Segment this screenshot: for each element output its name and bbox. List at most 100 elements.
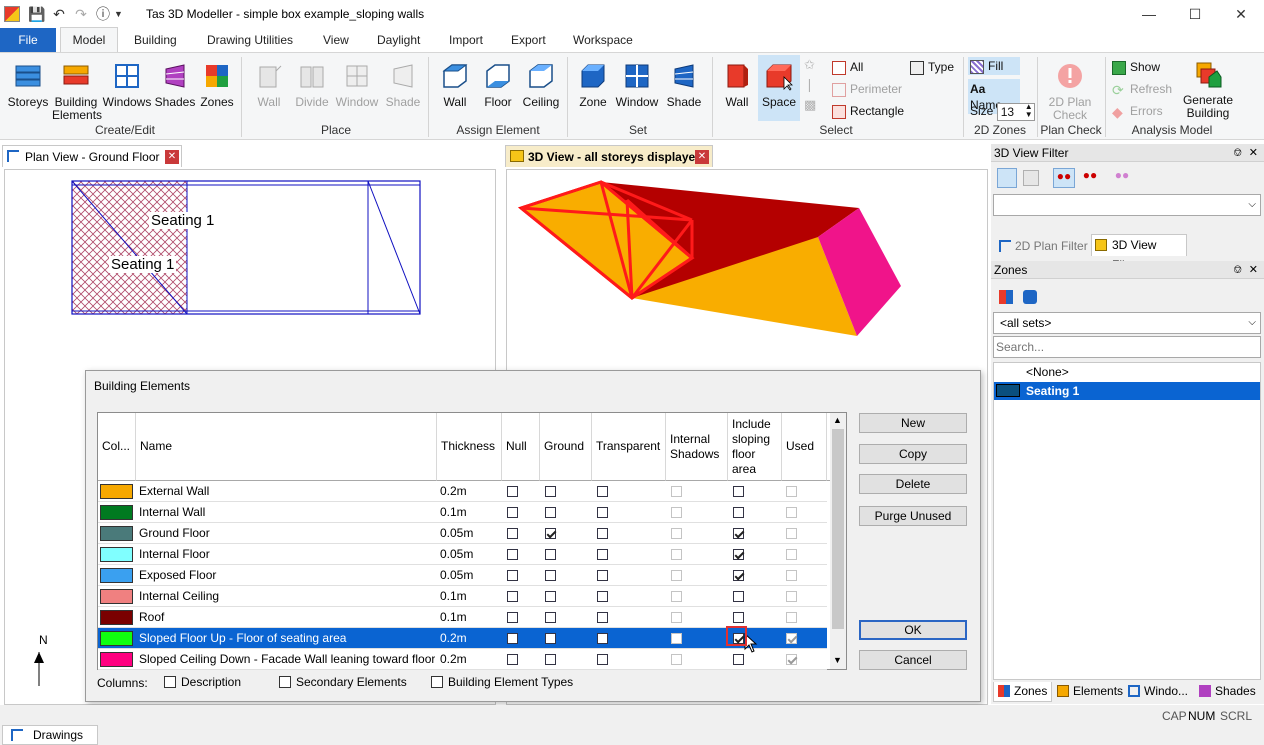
- panel-close-icon[interactable]: ✕: [1249, 144, 1258, 162]
- description-checkbox[interactable]: [164, 676, 176, 688]
- grid-scrollbar[interactable]: ▲ ▼: [830, 413, 846, 669]
- element-name-cell[interactable]: Roof: [139, 607, 435, 628]
- scroll-down-icon[interactable]: ▼: [833, 655, 842, 665]
- sloping-checkbox[interactable]: [733, 507, 744, 518]
- set-shade-button[interactable]: Shade: [662, 61, 706, 109]
- internal-checkbox[interactable]: [671, 612, 682, 623]
- used-checkbox[interactable]: [786, 591, 797, 602]
- element-color-swatch[interactable]: [100, 589, 133, 604]
- null-checkbox[interactable]: [507, 633, 518, 644]
- header-null[interactable]: Null: [502, 413, 540, 481]
- transparent-checkbox[interactable]: [597, 591, 608, 602]
- element-name-cell[interactable]: External Wall: [139, 481, 435, 502]
- spinner-arrows-icon[interactable]: ▲ ▼: [1025, 103, 1033, 119]
- filter-other-icon[interactable]: ●●: [1111, 168, 1133, 188]
- internal-checkbox[interactable]: [671, 654, 682, 665]
- header-ground[interactable]: Ground: [540, 413, 592, 481]
- tab-model[interactable]: Model: [60, 27, 118, 52]
- tab-elements[interactable]: Elements: [1055, 682, 1123, 702]
- used-checkbox[interactable]: [786, 570, 797, 581]
- transparent-checkbox[interactable]: [597, 570, 608, 581]
- ground-checkbox[interactable]: [545, 654, 556, 665]
- 3d-view-tab[interactable]: 3D View - all storeys displayed ✕: [505, 145, 713, 167]
- element-thickness-cell[interactable]: 0.05m: [440, 565, 500, 586]
- ground-checkbox[interactable]: [545, 570, 556, 581]
- internal-checkbox[interactable]: [671, 591, 682, 602]
- used-checkbox[interactable]: [786, 549, 797, 560]
- tab-view[interactable]: View: [313, 28, 359, 52]
- new-button[interactable]: New: [859, 413, 967, 433]
- element-name-cell[interactable]: Internal Floor: [139, 544, 435, 565]
- sloping-checkbox[interactable]: [733, 570, 744, 581]
- close-plan-view-icon[interactable]: ✕: [165, 150, 179, 164]
- sloping-checkbox[interactable]: [733, 612, 744, 623]
- tab-2d-plan-filter[interactable]: 2D Plan Filter: [997, 236, 1088, 256]
- filter-elements-icon[interactable]: ●●: [1079, 168, 1101, 188]
- analysis-show-button[interactable]: Show: [1112, 59, 1160, 75]
- building-elements-button[interactable]: Building Elements: [52, 61, 102, 122]
- select-edge-icon[interactable]: ❘: [804, 77, 822, 97]
- ground-checkbox[interactable]: [545, 633, 556, 644]
- zones-fill-button[interactable]: Fill: [968, 57, 1020, 75]
- filter-select-icon[interactable]: [1023, 170, 1039, 186]
- size-spinner[interactable]: 13 ▲ ▼: [996, 103, 1035, 121]
- used-checkbox[interactable]: [786, 486, 797, 497]
- used-checkbox[interactable]: [786, 612, 797, 623]
- close-button[interactable]: ✕: [1218, 0, 1264, 28]
- divide-button[interactable]: Divide: [292, 61, 332, 109]
- purge-unused-button[interactable]: Purge Unused: [859, 506, 967, 526]
- tab-workspace[interactable]: Workspace: [563, 28, 643, 52]
- select-wall-button[interactable]: Wall: [718, 61, 756, 109]
- tab-building[interactable]: Building: [124, 28, 187, 52]
- header-color[interactable]: Col...: [98, 413, 136, 481]
- tab-file[interactable]: File: [0, 28, 56, 52]
- header-name[interactable]: Name: [136, 413, 437, 481]
- cancel-button[interactable]: Cancel: [859, 650, 967, 670]
- table-row[interactable]: External Wall 0.2m: [98, 481, 827, 502]
- undo-icon[interactable]: ↶: [50, 5, 68, 23]
- header-include-sloping[interactable]: Include sloping floor area: [728, 413, 782, 481]
- transparent-checkbox[interactable]: [597, 528, 608, 539]
- tab-import[interactable]: Import: [439, 28, 493, 52]
- select-space-button[interactable]: Space: [758, 55, 800, 121]
- transparent-checkbox[interactable]: [597, 654, 608, 665]
- secondary-elements-checkbox[interactable]: [279, 676, 291, 688]
- delete-button[interactable]: Delete: [859, 474, 967, 494]
- filter-zones-icon[interactable]: ●●: [1053, 168, 1075, 188]
- internal-checkbox[interactable]: [671, 633, 682, 644]
- ground-checkbox[interactable]: [545, 507, 556, 518]
- storeys-button[interactable]: Storeys: [6, 61, 50, 109]
- element-name-cell[interactable]: Internal Wall: [139, 502, 435, 523]
- place-shade-button[interactable]: Shade: [382, 61, 424, 109]
- table-row[interactable]: Roof 0.1m: [98, 607, 827, 628]
- tab-shades[interactable]: Shades: [1197, 682, 1256, 702]
- used-checkbox[interactable]: [786, 654, 797, 665]
- sloping-checkbox[interactable]: [733, 549, 744, 560]
- copy-button[interactable]: Copy: [859, 444, 967, 464]
- element-color-swatch[interactable]: [100, 631, 133, 646]
- element-color-swatch[interactable]: [100, 505, 133, 520]
- element-color-swatch[interactable]: [100, 547, 133, 562]
- header-transparent[interactable]: Transparent: [592, 413, 666, 481]
- element-name-cell[interactable]: Sloped Ceiling Down - Facade Wall leanin…: [139, 649, 435, 670]
- header-used[interactable]: Used: [782, 413, 827, 481]
- transparent-checkbox[interactable]: [597, 633, 608, 644]
- redo-icon[interactable]: ↷: [72, 5, 90, 23]
- element-thickness-cell[interactable]: 0.05m: [440, 523, 500, 544]
- null-checkbox[interactable]: [507, 528, 518, 539]
- element-name-cell[interactable]: Ground Floor: [139, 523, 435, 544]
- generate-building-button[interactable]: Generate Building: [1180, 59, 1236, 120]
- table-row[interactable]: Sloped Floor Up - Floor of seating area 0…: [98, 628, 827, 649]
- zones-search-input[interactable]: [993, 336, 1261, 358]
- analysis-refresh-button[interactable]: ⟳ Refresh: [1112, 81, 1172, 98]
- sloping-checkbox[interactable]: [733, 591, 744, 602]
- element-color-swatch[interactable]: [100, 568, 133, 583]
- 3d-filter-dropdown[interactable]: ⌵: [993, 194, 1261, 216]
- element-thickness-cell[interactable]: 0.1m: [440, 607, 500, 628]
- element-thickness-cell[interactable]: 0.1m: [440, 586, 500, 607]
- null-checkbox[interactable]: [507, 654, 518, 665]
- secondary-elements-option[interactable]: Secondary Elements: [279, 675, 419, 689]
- ground-checkbox[interactable]: [545, 549, 556, 560]
- plan-view-tab[interactable]: Plan View - Ground Floor ✕: [2, 145, 182, 167]
- help-icon[interactable]: ⓘ: [94, 5, 112, 23]
